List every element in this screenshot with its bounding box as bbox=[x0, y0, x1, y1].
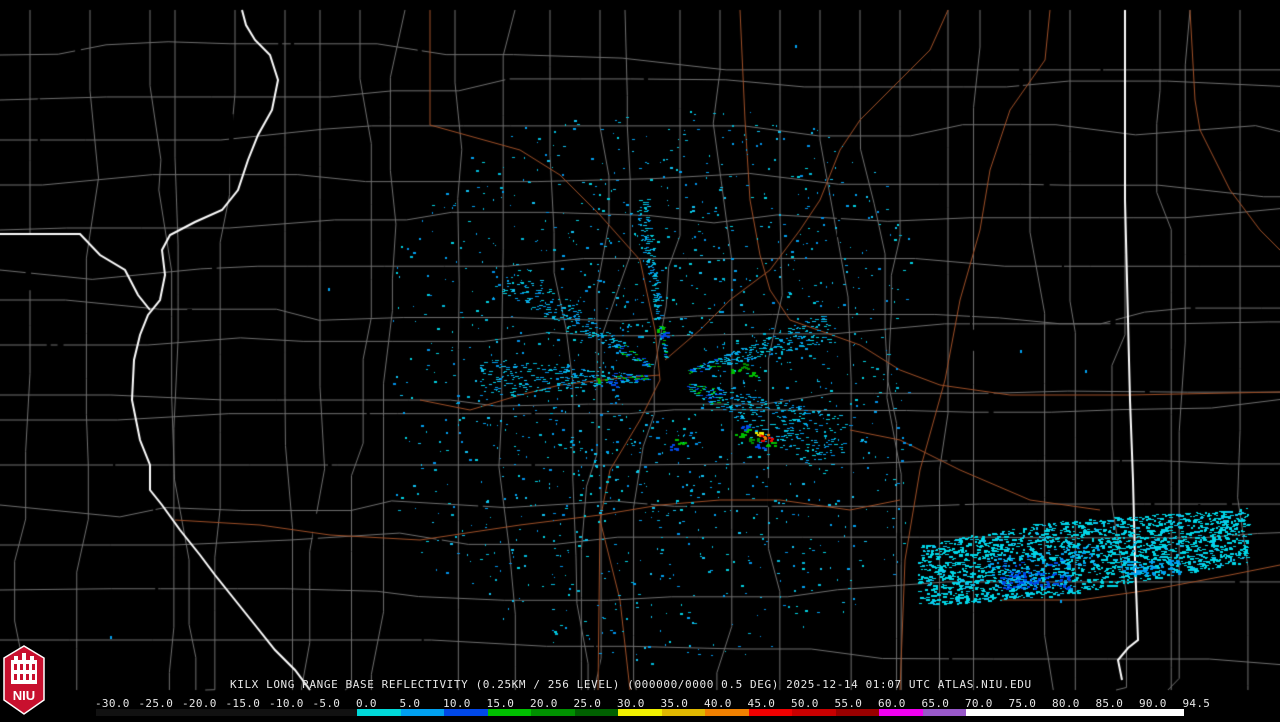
color-scale-swatch bbox=[835, 709, 880, 716]
color-scale-swatch bbox=[1053, 709, 1097, 716]
color-scale-swatch bbox=[444, 709, 488, 716]
color-scale-swatch bbox=[922, 709, 967, 716]
color-scale-swatch bbox=[574, 709, 619, 716]
color-scale-swatch bbox=[139, 709, 184, 716]
color-scale-swatch bbox=[748, 709, 793, 716]
radar-map bbox=[0, 0, 1280, 720]
product-caption: KILX LONG RANGE BASE REFLECTIVITY (0.25K… bbox=[230, 678, 1032, 691]
color-scale-swatch bbox=[661, 709, 706, 716]
color-scale-bar bbox=[96, 709, 1184, 716]
color-scale-swatch bbox=[226, 709, 271, 716]
color-scale-swatch bbox=[879, 709, 923, 716]
university-building-icon: NIU bbox=[3, 645, 45, 715]
color-scale-swatch bbox=[96, 709, 140, 716]
color-scale-swatch bbox=[1009, 709, 1054, 716]
color-scale-swatch bbox=[357, 709, 401, 716]
color-scale-swatch bbox=[966, 709, 1010, 716]
color-scale-swatch bbox=[531, 709, 575, 716]
niu-logo: NIU bbox=[2, 644, 46, 718]
color-scale-swatch bbox=[270, 709, 314, 716]
color-scale-swatch bbox=[705, 709, 749, 716]
color-scale-label: 94.5 bbox=[1182, 697, 1211, 710]
color-scale-swatch bbox=[400, 709, 445, 716]
color-scale-swatch bbox=[313, 709, 358, 716]
color-scale-swatch bbox=[1096, 709, 1141, 716]
logo-text: NIU bbox=[13, 688, 35, 703]
color-scale-swatch bbox=[487, 709, 532, 716]
color-scale-labels: -30.0 -25.0 -20.0 -15.0 -10.0 -5.0 0.0 5.0 10.0 1… bbox=[92, 697, 1210, 710]
color-scale-swatch bbox=[792, 709, 836, 716]
color-scale-swatch bbox=[1140, 709, 1184, 716]
color-scale-swatch bbox=[183, 709, 227, 716]
color-scale-swatch bbox=[618, 709, 662, 716]
